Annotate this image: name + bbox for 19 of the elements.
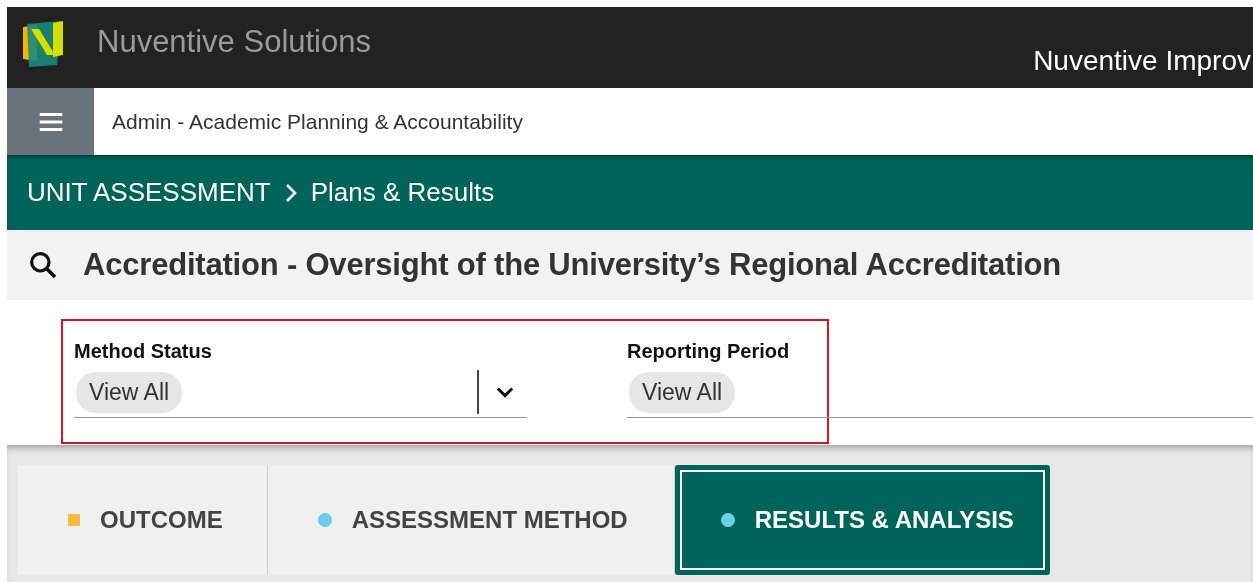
menu-button[interactable]: [7, 88, 94, 155]
filter-label: Method Status: [74, 340, 213, 363]
page-title: Accreditation - Oversight of the University’s Regional Accreditation: [83, 247, 1062, 283]
filter-label: Reporting Period: [627, 340, 791, 363]
filter-field[interactable]: View All: [627, 367, 1253, 418]
search-icon[interactable]: [27, 249, 59, 281]
filter-chip[interactable]: View All: [629, 371, 736, 413]
tab[interactable]: OUTCOME: [18, 465, 268, 575]
product-name: Nuventive Improv: [1033, 45, 1251, 77]
filter-field[interactable]: View All: [74, 367, 527, 418]
tab[interactable]: RESULTS & ANALYSIS: [674, 465, 1050, 575]
tab[interactable]: ASSESSMENT METHOD: [267, 465, 675, 575]
brand-name: Nuventive Solutions: [97, 24, 371, 60]
breadcrumb-link[interactable]: UNIT ASSESSMENT: [27, 177, 271, 208]
caret-icon[interactable]: [495, 386, 515, 398]
context-label: Admin - Academic Planning & Accountability: [112, 109, 523, 134]
filter-chip[interactable]: View All: [76, 371, 183, 413]
breadcrumb-link[interactable]: Plans & Results: [310, 177, 495, 208]
chevron-right-icon: [284, 182, 297, 203]
